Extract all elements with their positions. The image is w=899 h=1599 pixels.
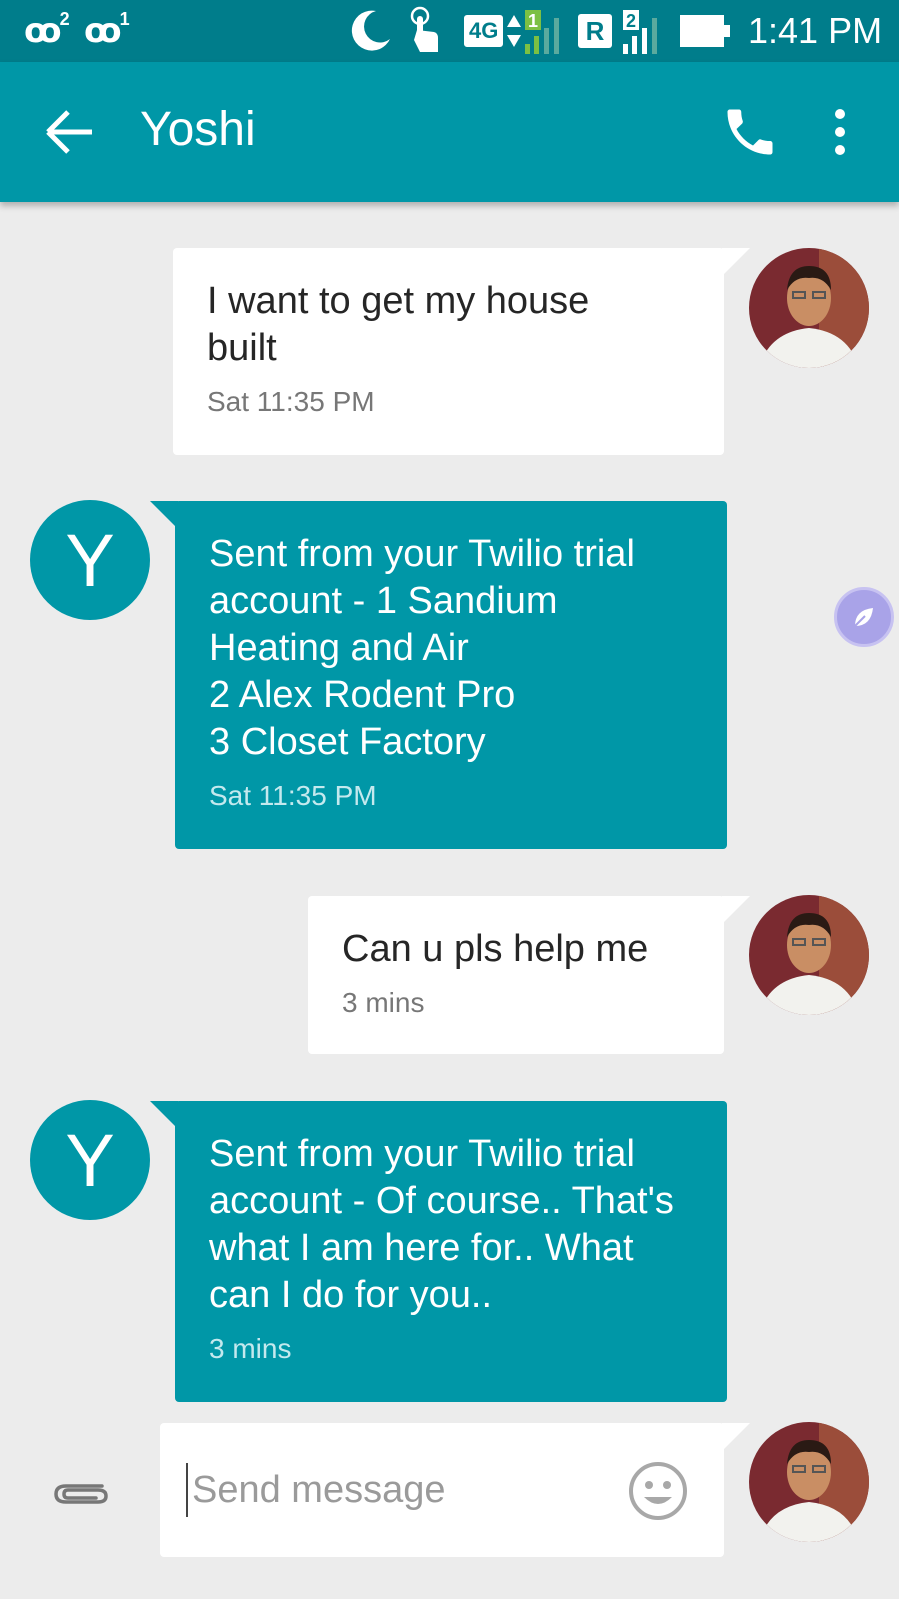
message-text: Can u pls help me xyxy=(342,928,649,970)
message-text: Sent from your Twilio trial account - Of… xyxy=(209,1133,674,1316)
conversation-title: Yoshi xyxy=(140,103,256,156)
user-photo-icon xyxy=(749,1422,869,1542)
back-button[interactable] xyxy=(44,108,96,156)
smiley-icon xyxy=(629,1462,687,1520)
outgoing-message[interactable]: Can u pls help me 3 mins xyxy=(308,896,724,1054)
sim2-label: 2 xyxy=(626,11,636,31)
voicemail-count: 2 xyxy=(59,8,70,29)
status-time: 1:41 PM xyxy=(748,10,883,51)
contact-avatar[interactable]: Y xyxy=(30,1100,150,1220)
bubble-tail xyxy=(722,248,750,276)
outgoing-message[interactable]: I want to get my house built Sat 11:35 P… xyxy=(173,248,724,455)
message-timestamp: 3 mins xyxy=(209,1333,292,1364)
avatar[interactable] xyxy=(749,895,869,1015)
status-bar: ꝏ2 ꝏ1 4G 1 R 2 1:41 PM xyxy=(0,0,899,62)
user-photo-icon xyxy=(749,248,869,368)
bubble-tail xyxy=(150,501,178,529)
sim1-label: 1 xyxy=(528,11,538,31)
voicemail-icon: ꝏ2 xyxy=(24,8,70,51)
incoming-message[interactable]: Sent from your Twilio trial account - Of… xyxy=(175,1101,727,1402)
voicemail-count: 1 xyxy=(119,8,130,29)
battery-icon xyxy=(680,0,730,62)
phone-icon xyxy=(727,109,773,155)
incoming-message[interactable]: Sent from your Twilio trial account - 1 … xyxy=(175,501,727,849)
avatar-letter: Y xyxy=(65,518,115,602)
bubble-tail xyxy=(722,896,750,924)
call-button[interactable] xyxy=(720,102,780,162)
signal-sim1-icon: 1 xyxy=(524,0,568,62)
roaming-indicator: R xyxy=(578,0,612,62)
compose-box xyxy=(160,1423,724,1557)
message-input[interactable] xyxy=(186,1463,606,1517)
network-4g-indicator: 4G xyxy=(464,0,504,62)
network-type-label: 4G xyxy=(464,15,504,47)
emoji-button[interactable] xyxy=(626,1459,690,1523)
bubble-tail xyxy=(150,1101,178,1129)
message-timestamp: Sat 11:35 PM xyxy=(207,386,375,417)
voicemail-icon: ꝏ1 xyxy=(84,8,130,51)
bubble-tail xyxy=(722,1423,750,1451)
signal-sim2-icon: 2 xyxy=(622,0,666,62)
leaf-icon xyxy=(854,608,873,627)
data-arrows-icon xyxy=(506,0,522,62)
more-options-button[interactable] xyxy=(815,102,865,162)
avatar-letter: Y xyxy=(65,1118,115,1202)
more-vert-icon xyxy=(835,109,845,155)
avatar[interactable] xyxy=(749,1422,869,1542)
do-not-disturb-moon-icon xyxy=(346,0,394,62)
roaming-label: R xyxy=(578,14,612,48)
message-text: I want to get my house built xyxy=(207,280,590,369)
message-text: Sent from your Twilio trial account - 1 … xyxy=(209,533,635,763)
floating-leaf-button[interactable] xyxy=(834,587,894,647)
touch-gesture-icon xyxy=(408,0,444,62)
attach-button[interactable] xyxy=(50,1466,110,1514)
message-timestamp: 3 mins xyxy=(342,987,425,1018)
app-bar: Yoshi xyxy=(0,62,899,202)
message-timestamp: Sat 11:35 PM xyxy=(209,780,377,811)
arrow-back-icon xyxy=(46,110,92,154)
user-photo-icon xyxy=(749,895,869,1015)
contact-avatar[interactable]: Y xyxy=(30,500,150,620)
paperclip-icon xyxy=(54,1484,108,1504)
avatar[interactable] xyxy=(749,248,869,368)
